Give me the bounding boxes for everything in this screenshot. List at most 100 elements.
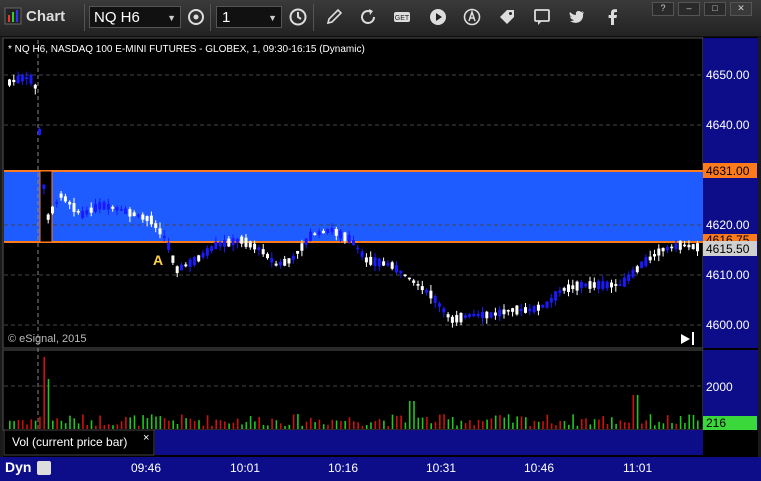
candle bbox=[278, 261, 282, 266]
candle bbox=[128, 209, 132, 217]
candle bbox=[597, 280, 601, 290]
volume-bar bbox=[490, 418, 493, 429]
volume-bar bbox=[103, 425, 106, 429]
candle bbox=[382, 261, 386, 266]
volume-bar bbox=[138, 425, 140, 429]
candle bbox=[33, 84, 37, 89]
candle bbox=[390, 262, 394, 269]
candle bbox=[412, 280, 416, 283]
candle bbox=[244, 237, 248, 247]
candle bbox=[85, 210, 89, 215]
volume-bar bbox=[116, 424, 119, 429]
volume-bar bbox=[99, 415, 101, 429]
candle bbox=[554, 291, 558, 301]
chart-canvas[interactable]: 4650.00 4640.00 4620.00 4610.00 4600.00 … bbox=[0, 0, 761, 481]
candle bbox=[274, 263, 278, 266]
volume-bar bbox=[404, 422, 407, 429]
volume-bar bbox=[17, 420, 20, 429]
volume-bar bbox=[533, 420, 536, 429]
candle bbox=[369, 256, 373, 265]
candle bbox=[511, 308, 515, 312]
candle bbox=[141, 214, 145, 220]
volume-bar bbox=[464, 423, 467, 429]
volume-bar bbox=[662, 423, 665, 429]
close-study-icon[interactable]: × bbox=[143, 432, 149, 444]
price-label: 4610.00 bbox=[706, 268, 750, 282]
volume-bar bbox=[542, 421, 544, 429]
candle bbox=[283, 258, 287, 266]
volume-bar bbox=[563, 421, 566, 429]
candle bbox=[119, 209, 123, 211]
candle bbox=[218, 242, 222, 247]
volume-bar bbox=[155, 416, 157, 429]
volume-bar bbox=[292, 414, 295, 429]
volume-bar bbox=[181, 414, 183, 429]
candle bbox=[571, 285, 575, 290]
candle bbox=[111, 206, 115, 209]
candle bbox=[386, 263, 390, 266]
volume-bar bbox=[477, 419, 480, 429]
volume-bar bbox=[512, 422, 514, 429]
candle bbox=[89, 207, 93, 213]
volume-bar bbox=[267, 425, 269, 429]
candle bbox=[567, 284, 570, 293]
volume-bar bbox=[159, 416, 162, 429]
volume-bar bbox=[559, 420, 561, 429]
volume-bar bbox=[13, 421, 15, 429]
candle bbox=[532, 305, 536, 313]
volume-bar bbox=[675, 423, 678, 429]
volume-bar bbox=[576, 425, 579, 429]
volume-bar bbox=[69, 415, 71, 429]
candle bbox=[223, 240, 226, 247]
volume-bar bbox=[537, 421, 540, 429]
volume-bar bbox=[344, 420, 346, 429]
volume-bar bbox=[245, 421, 248, 429]
volume-bar bbox=[507, 414, 510, 429]
volume-bar bbox=[585, 418, 587, 429]
candle bbox=[416, 284, 420, 286]
candle bbox=[188, 259, 192, 267]
candle bbox=[192, 256, 196, 266]
candle bbox=[313, 233, 317, 235]
volume-bar bbox=[133, 415, 136, 429]
dynamic-button[interactable]: Dyn bbox=[5, 459, 31, 475]
volume-bar bbox=[447, 419, 450, 429]
volume-bar bbox=[387, 425, 389, 429]
volume-bar bbox=[400, 415, 402, 429]
candle bbox=[309, 231, 312, 241]
volume-bar bbox=[434, 421, 437, 429]
candle bbox=[635, 266, 639, 273]
candle bbox=[588, 281, 592, 289]
candle bbox=[614, 284, 618, 286]
volume-bar bbox=[391, 414, 394, 429]
candle bbox=[575, 281, 579, 291]
volume-bar bbox=[258, 416, 260, 429]
candle bbox=[137, 214, 140, 217]
candle bbox=[55, 201, 59, 204]
volume-bar bbox=[34, 420, 37, 429]
volume-bar bbox=[589, 424, 592, 429]
candle bbox=[257, 247, 261, 251]
volume-bar bbox=[516, 416, 518, 429]
volume-bar bbox=[211, 425, 213, 429]
price-label: 4620.00 bbox=[706, 218, 750, 232]
volume-bar bbox=[658, 421, 660, 429]
volume-bar bbox=[348, 417, 351, 429]
volume-bar bbox=[21, 420, 24, 429]
band-top-label: 4631.00 bbox=[706, 164, 750, 178]
volume-bar bbox=[383, 420, 385, 429]
volume-bar bbox=[301, 425, 303, 429]
volume-bar bbox=[142, 415, 144, 429]
volume-bar bbox=[224, 421, 226, 429]
volume-bar bbox=[494, 415, 497, 429]
volume-bar bbox=[499, 415, 501, 429]
volume-bar bbox=[297, 414, 299, 429]
volume-bar bbox=[168, 420, 170, 429]
lock-icon[interactable] bbox=[37, 461, 51, 475]
volume-bar bbox=[310, 417, 312, 429]
candle bbox=[154, 223, 158, 229]
study-legend-bar bbox=[155, 430, 703, 455]
volume-bar bbox=[529, 425, 531, 429]
time-label: 10:01 bbox=[230, 461, 261, 475]
volume-bar bbox=[580, 419, 583, 429]
